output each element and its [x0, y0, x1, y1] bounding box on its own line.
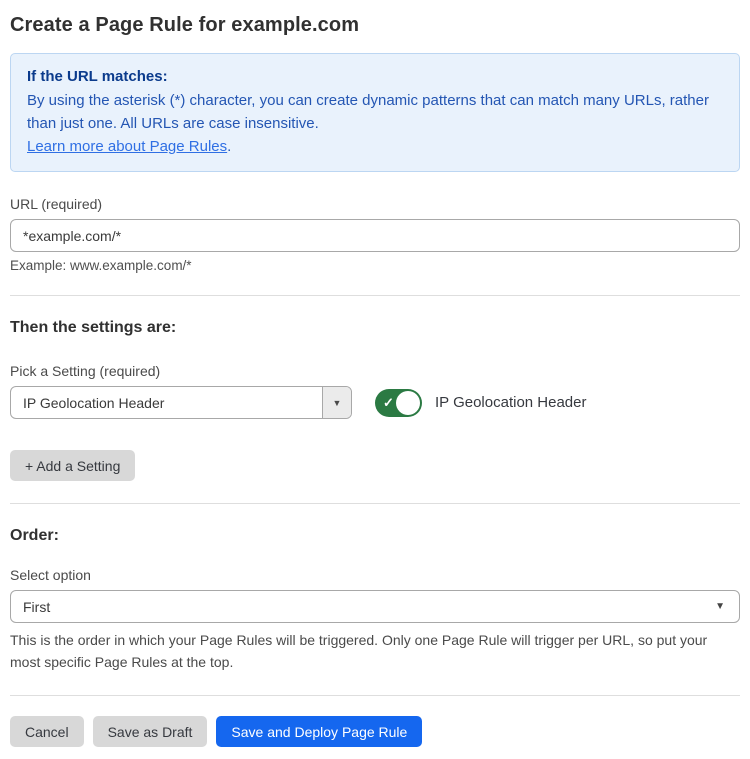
- footer-actions: Cancel Save as Draft Save and Deploy Pag…: [10, 716, 740, 747]
- divider: [10, 503, 740, 504]
- chevron-down-icon: ▼: [715, 601, 725, 612]
- order-section-heading: Order:: [10, 527, 740, 545]
- setting-picker-dropdown[interactable]: IP Geolocation Header ▼: [10, 386, 352, 419]
- divider: [10, 695, 740, 696]
- check-icon: ✓: [383, 395, 394, 411]
- info-box-link-line: Learn more about Page Rules.: [27, 135, 723, 158]
- setting-picker-value: IP Geolocation Header: [11, 387, 322, 418]
- create-page-rule-form: Create a Page Rule for example.com If th…: [0, 0, 750, 759]
- cancel-button[interactable]: Cancel: [10, 716, 84, 747]
- info-box-heading: If the URL matches:: [27, 65, 723, 88]
- settings-section-heading: Then the settings are:: [10, 319, 740, 337]
- toggle-label: IP Geolocation Header: [435, 394, 587, 411]
- ip-geolocation-toggle-group: ✓ IP Geolocation Header: [375, 389, 587, 417]
- ip-geolocation-toggle[interactable]: ✓: [375, 389, 422, 417]
- page-title: Create a Page Rule for example.com: [10, 14, 740, 37]
- url-example-helper: Example: www.example.com/*: [10, 258, 740, 273]
- setting-picker-arrow-button[interactable]: ▼: [322, 387, 351, 418]
- pick-setting-label: Pick a Setting (required): [10, 363, 740, 379]
- setting-row: IP Geolocation Header ▼ ✓ IP Geolocation…: [10, 386, 740, 419]
- order-select-value: First: [23, 599, 715, 615]
- link-suffix: .: [227, 138, 231, 155]
- order-select-label: Select option: [10, 567, 740, 583]
- divider: [10, 295, 740, 296]
- save-and-deploy-button[interactable]: Save and Deploy Page Rule: [216, 716, 422, 747]
- order-select[interactable]: First ▼: [10, 590, 740, 623]
- url-input[interactable]: [10, 219, 740, 252]
- info-box-body: By using the asterisk (*) character, you…: [27, 89, 723, 135]
- toggle-knob: [396, 391, 420, 415]
- save-as-draft-button[interactable]: Save as Draft: [93, 716, 208, 747]
- url-field-label: URL (required): [10, 196, 740, 212]
- chevron-down-icon: ▼: [333, 398, 342, 408]
- url-match-info-box: If the URL matches: By using the asteris…: [10, 53, 740, 172]
- learn-more-link[interactable]: Learn more about Page Rules: [27, 138, 227, 155]
- add-setting-button[interactable]: + Add a Setting: [10, 450, 135, 481]
- order-helper-text: This is the order in which your Page Rul…: [10, 629, 740, 673]
